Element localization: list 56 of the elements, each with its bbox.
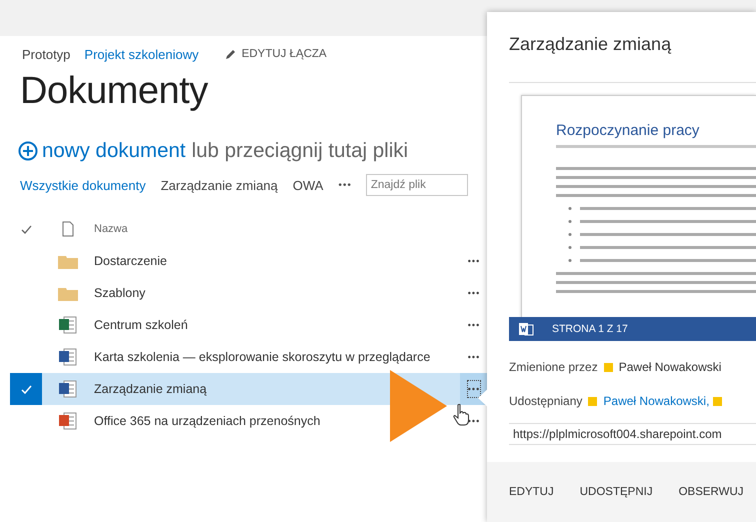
- list-row[interactable]: Office 365 na urządzeniach przenośnych •••: [10, 405, 488, 437]
- file-name: Karta szkolenia — eksplorowanie skoroszytu w przeglądarce: [94, 350, 432, 364]
- item-menu-button[interactable]: •••: [460, 352, 488, 362]
- file-name: Centrum szkoleń: [94, 318, 189, 332]
- person-name: Paweł Nowakowski: [618, 360, 722, 374]
- presentation-file-icon: [59, 412, 77, 430]
- document-icon: [62, 221, 74, 237]
- breadcrumb-link[interactable]: Prototyp: [22, 46, 70, 62]
- action-link[interactable]: OBSERWUJ: [678, 486, 744, 498]
- field-label: Udostępniany: [509, 394, 582, 408]
- search-field[interactable]: Znajdź plik: [366, 174, 468, 196]
- view-tab[interactable]: OWA: [292, 178, 324, 192]
- list-row[interactable]: Dostarczenie •••: [10, 245, 488, 277]
- field-label: Zmienione przez: [509, 360, 598, 374]
- item-menu-button[interactable]: •••: [460, 288, 488, 298]
- drop-hint: lub przeciągnij tutaj pliki: [192, 139, 408, 163]
- list-row[interactable]: Karta szkolenia — eksplorowanie skoroszytu w przeglądarce •••: [10, 341, 488, 373]
- folder-icon: [58, 254, 78, 268]
- file-name: Zarządzanie zmianą: [94, 382, 208, 396]
- page-title: Dokumenty: [20, 69, 209, 114]
- pencil-icon: [224, 48, 236, 60]
- file-name: Dostarczenie: [94, 254, 168, 268]
- new-document-link[interactable]: nowy dokument: [18, 139, 186, 163]
- presence-icon: [588, 396, 598, 406]
- callout-title: Zarządzanie zmianą: [508, 33, 672, 56]
- file-name: Office 365 na urządzeniach przenośnych: [94, 414, 322, 428]
- document-file-icon: [519, 322, 534, 336]
- checkmark-icon: [20, 384, 32, 394]
- document-file-icon: [59, 348, 77, 366]
- item-menu-button[interactable]: •••: [460, 320, 488, 330]
- list-row[interactable]: Zarządzanie zmianą •••: [10, 373, 488, 405]
- url-field[interactable]: https://plplmicrosoft004.sharepoint.com: [509, 423, 756, 445]
- add-icon: [18, 141, 38, 161]
- presence-icon: [713, 396, 722, 406]
- presence-icon: [604, 362, 613, 372]
- folder-icon: [58, 286, 78, 300]
- item-menu-button[interactable]: •••: [460, 256, 488, 266]
- more-views-button[interactable]: •••: [338, 180, 352, 190]
- document-file-icon: [59, 380, 77, 398]
- hand-cursor-icon: [452, 404, 470, 426]
- action-link[interactable]: EDYTUJ: [509, 486, 554, 498]
- pointer-arrow-icon: [390, 370, 447, 442]
- checkmark-icon: [20, 224, 32, 234]
- edit-links-button[interactable]: EDYTUJ ŁĄCZA: [224, 48, 327, 60]
- column-header[interactable]: Nazwa: [94, 223, 128, 235]
- person-link[interactable]: Paweł Nowakowski,: [603, 394, 710, 408]
- spreadsheet-file-icon: [59, 316, 77, 334]
- list-row[interactable]: Centrum szkoleń •••: [10, 309, 488, 341]
- file-name: Szablony: [94, 286, 146, 300]
- action-link[interactable]: UDOSTĘPNIJ: [580, 486, 653, 498]
- view-tab[interactable]: Zarządzanie zmianą: [160, 178, 278, 192]
- view-tab[interactable]: Wszystkie dokumenty: [20, 178, 146, 192]
- list-row[interactable]: Szablony •••: [10, 277, 488, 309]
- page-counter: STRONA 1 Z 17: [552, 323, 628, 335]
- breadcrumb-link[interactable]: Projekt szkoleniowy: [84, 46, 199, 62]
- document-heading: Rozpoczynanie pracy: [556, 122, 700, 139]
